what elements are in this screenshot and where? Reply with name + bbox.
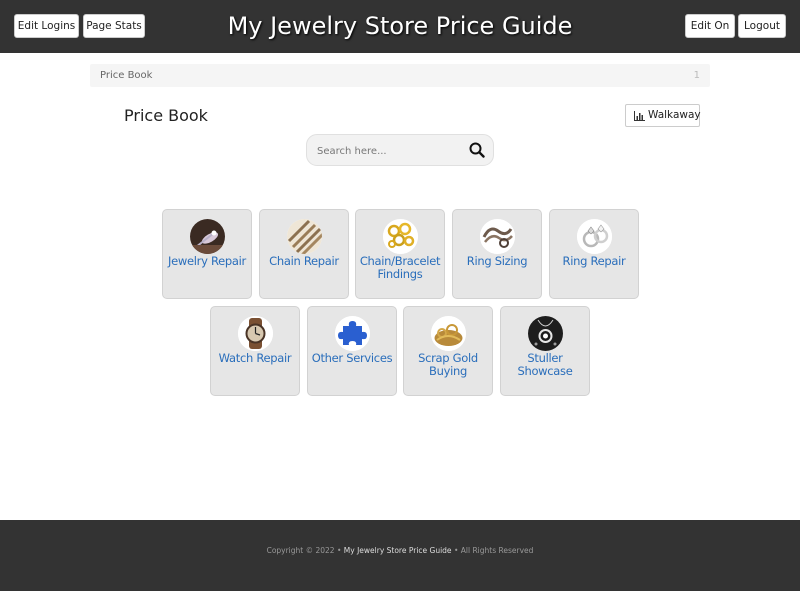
header-bar: Edit Logins Page Stats My Jewelry Store … bbox=[0, 0, 800, 53]
tile-label: Jewelry Repair bbox=[168, 254, 246, 268]
gold-findings-icon bbox=[383, 219, 418, 254]
search-box bbox=[306, 134, 494, 166]
diamond-ring-icon bbox=[577, 219, 612, 254]
puzzle-piece-icon bbox=[335, 316, 370, 351]
search-icon[interactable] bbox=[469, 142, 485, 158]
tile-watch-repair[interactable]: Watch Repair bbox=[210, 306, 300, 396]
tile-jewelry-repair[interactable]: Jewelry Repair bbox=[162, 209, 252, 299]
tile-label: Watch Repair bbox=[218, 351, 292, 365]
tile-chain-bracelet-findings[interactable]: Chain/Bracelet Findings bbox=[355, 209, 445, 299]
walkaway-button[interactable]: Walkaway bbox=[625, 104, 701, 127]
page-title: Price Book bbox=[124, 106, 208, 125]
logout-button[interactable]: Logout bbox=[738, 14, 786, 38]
footer: Copyright © 2022 • My Jewelry Store Pric… bbox=[0, 520, 800, 591]
watch-icon bbox=[238, 316, 273, 351]
ring-sizer-icon bbox=[480, 219, 515, 254]
edit-logins-button[interactable]: Edit Logins bbox=[14, 14, 79, 38]
copyright-suffix: • All Rights Reserved bbox=[453, 546, 534, 555]
torch-flame-icon bbox=[190, 219, 225, 254]
tile-label: Stuller Showcase bbox=[517, 351, 573, 378]
tile-label: Chain/Bracelet Findings bbox=[359, 254, 441, 281]
tile-other-services[interactable]: Other Services bbox=[307, 306, 397, 396]
tile-label: Ring Repair bbox=[562, 254, 626, 268]
footer-brand-link[interactable]: My Jewelry Store Price Guide bbox=[344, 546, 452, 555]
site-title: My Jewelry Store Price Guide bbox=[227, 12, 573, 40]
tile-scrap-gold-buying[interactable]: Scrap Gold Buying bbox=[403, 306, 493, 396]
tile-label: Scrap Gold Buying bbox=[418, 351, 478, 378]
walkaway-label: Walkaway bbox=[648, 109, 701, 121]
search-input[interactable] bbox=[317, 141, 467, 161]
bar-chart-icon bbox=[634, 111, 645, 121]
pendant-showcase-icon bbox=[528, 316, 563, 351]
tile-ring-repair[interactable]: Ring Repair bbox=[549, 209, 639, 299]
tile-label: Chain Repair bbox=[269, 254, 339, 268]
breadcrumb-item-price-book[interactable]: Price Book bbox=[100, 64, 152, 87]
footer-copyright: Copyright © 2022 • My Jewelry Store Pric… bbox=[0, 544, 800, 558]
tile-label: Ring Sizing bbox=[466, 254, 528, 268]
edit-on-button[interactable]: Edit On bbox=[685, 14, 735, 38]
breadcrumb: Price Book 1 bbox=[90, 64, 710, 87]
chain-icon bbox=[287, 219, 322, 254]
tile-chain-repair[interactable]: Chain Repair bbox=[259, 209, 349, 299]
tile-stuller-showcase[interactable]: Stuller Showcase bbox=[500, 306, 590, 396]
gold-pile-icon bbox=[431, 316, 466, 351]
page-stats-button[interactable]: Page Stats bbox=[83, 14, 145, 38]
tile-ring-sizing[interactable]: Ring Sizing bbox=[452, 209, 542, 299]
copyright-prefix: Copyright © 2022 • bbox=[266, 546, 342, 555]
tile-label: Other Services bbox=[311, 351, 393, 365]
breadcrumb-count: 1 bbox=[693, 70, 700, 81]
